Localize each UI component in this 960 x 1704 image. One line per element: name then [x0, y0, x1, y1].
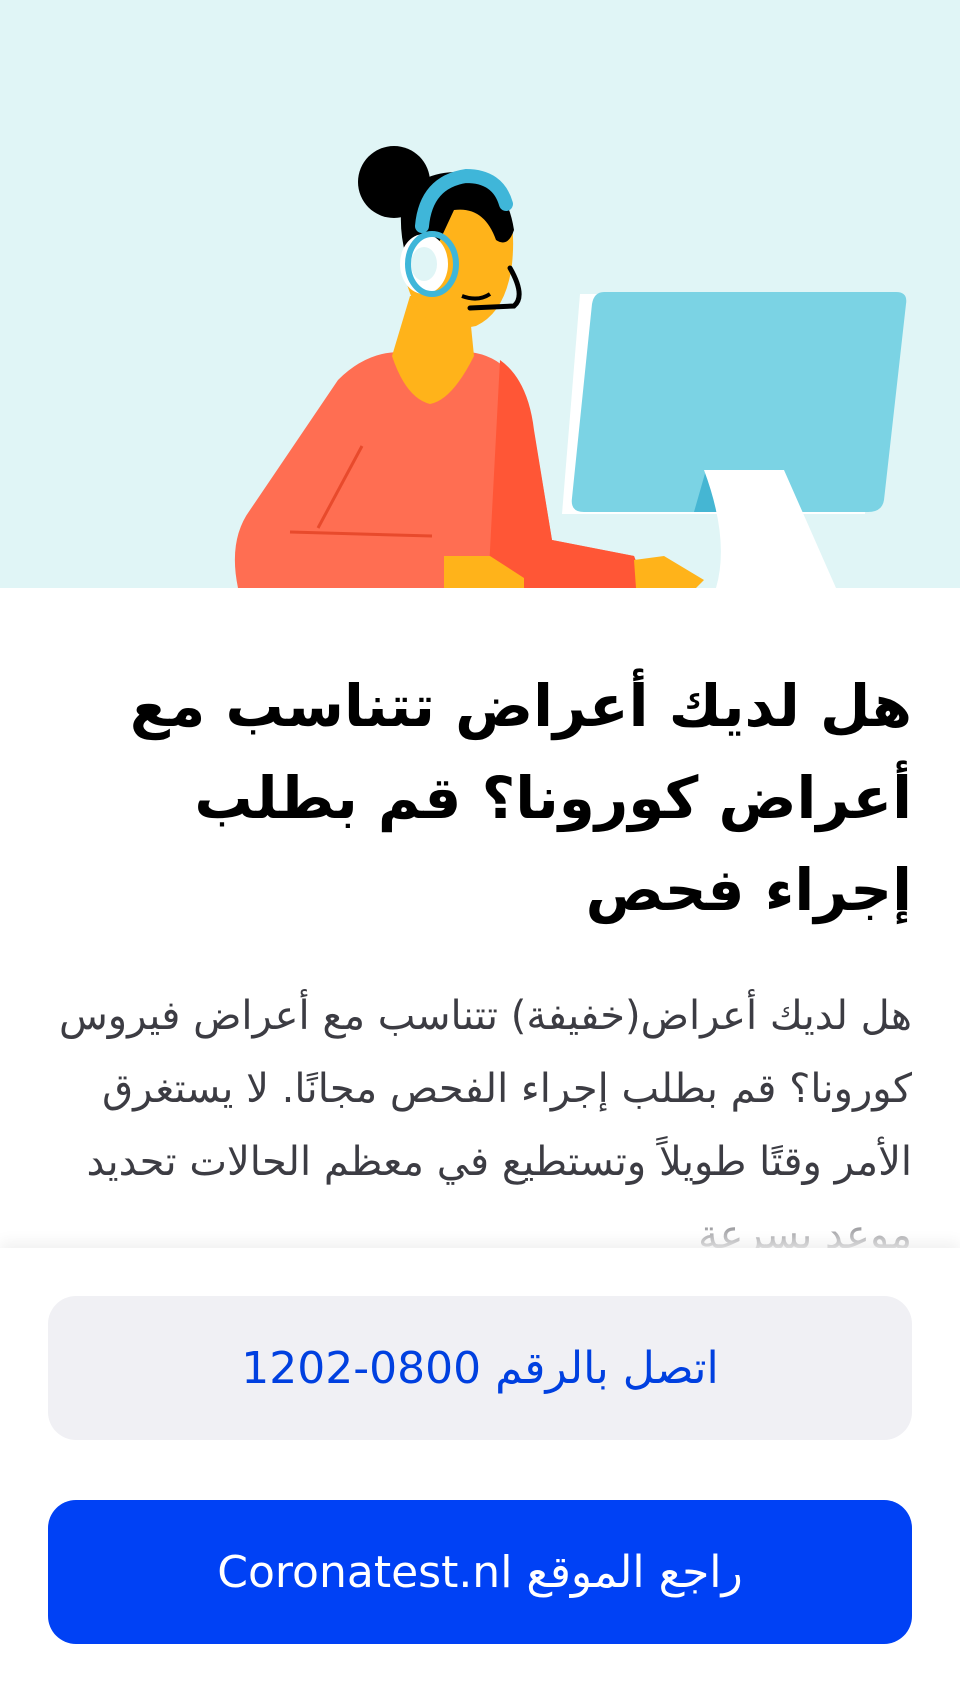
call-phone-button[interactable]: اتصل بالرقم 0800-1202	[48, 1296, 912, 1440]
action-footer: اتصل بالرقم 0800-1202 راجع الموقع Corona…	[0, 1248, 960, 1704]
screen: هل لديك أعراض تتناسب مع أعراض كورونا؟ قم…	[0, 0, 960, 1704]
description-text: هل لديك أعراض(خفيفة) تتناسب مع أعراض فير…	[58, 993, 912, 1248]
content-area: هل لديك أعراض تتناسب مع أعراض كورونا؟ قم…	[48, 660, 912, 1248]
call-center-agent-icon	[234, 146, 907, 588]
hero-illustration	[0, 0, 960, 588]
visit-website-button[interactable]: راجع الموقع Coronatest.nl	[48, 1500, 912, 1644]
page-title: هل لديك أعراض تتناسب مع أعراض كورونا؟ قم…	[129, 672, 912, 924]
